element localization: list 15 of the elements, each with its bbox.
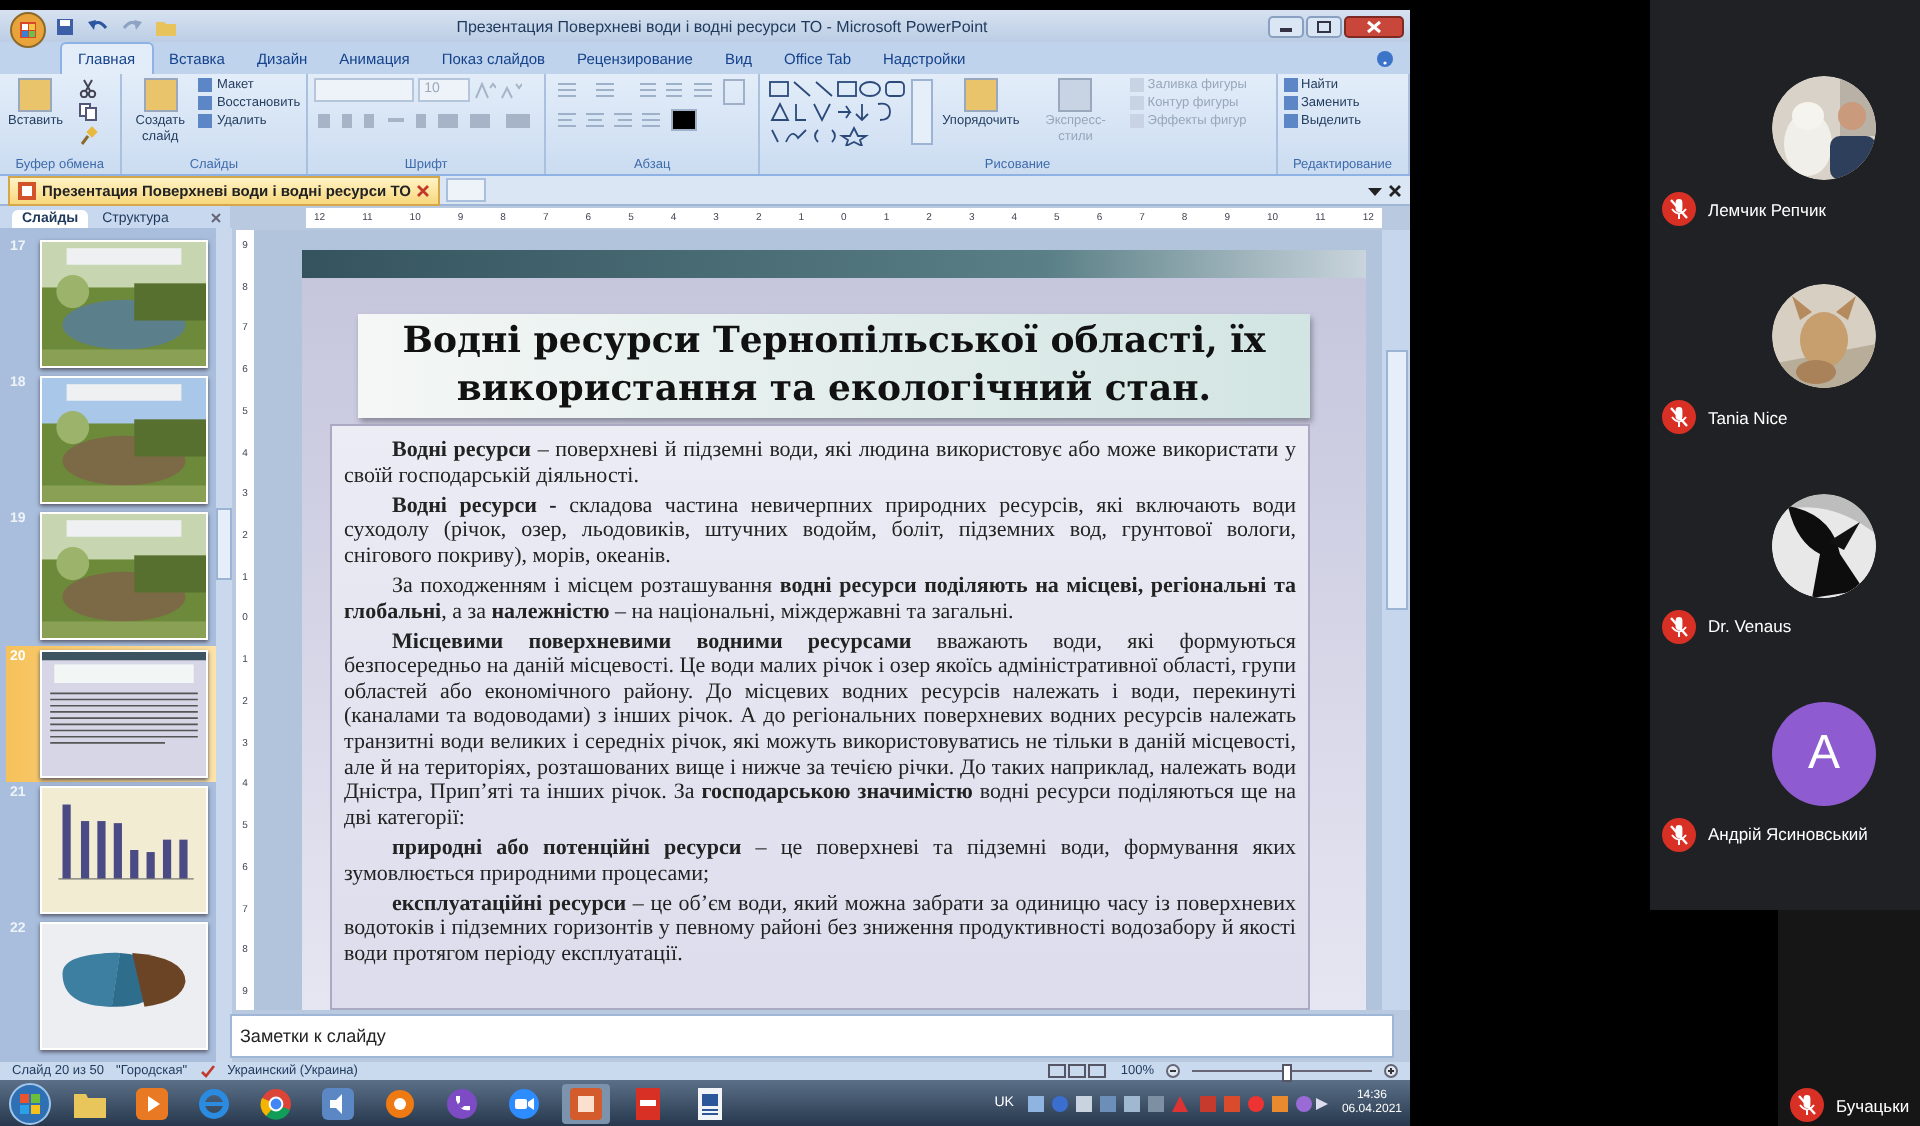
slide-paragraph: Місцевими поверхневими водними ресурсами вважають води, які формуються безпосередньо на даній місцевості. Це води малих річок і озер якоїсь адміністративної області, групи областей або економічного району. До місцевих водних ресурсів належать і води, перекинуті (каналами та водоводами) з інших річок. А до регіональних поверхневих водних ресурсів належать транзитні води великих і середніх річок, які можуть використовуватись не тільки в даній місцевості, але й на територіях, розташованих вище і нижче за течією річки. До таких наприклад, належать води Дністра, Прип’яті та інших річок. За господарською значимістю водні ресурси поділяються ще на дві категорії: (344, 629, 1296, 831)
slide-paragraph: Водні ресурси – поверхневі й підземні води, які людина використовує або може використати у своїй господарській діяльності. (344, 438, 1296, 489)
participant-name: Андрій Ясиновський (1708, 824, 1868, 845)
participant-name: Бучацьки (1836, 1095, 1910, 1115)
participant-name: Tania Nice (1708, 407, 1788, 428)
participant-name: Dr. Venaus (1708, 616, 1792, 636)
slide-paragraph: природні або потенційні ресурси – це поверхневі та підземні води, формування яких зумовлюється природними процесами; (344, 835, 1296, 887)
slide-paragraph: експлуатаційні ресурси – це об’єм води, який можна забрати за одиницю часу із поверхневих водотоків і підземних горизонтів у певному районі без зниження продуктивності водозабору й якості води протягом періоду експлуатації. (344, 891, 1296, 967)
participant-name: Лемчик Репчик (1708, 199, 1826, 219)
slide-title: Водні ресурси Тернопільської області, їх використання та екологічний стан. (358, 314, 1310, 418)
slide-paragraph: Водні ресурси - складова частина невичерпних природних ресурсів, які включають води суходолу (річок, озер, льодовиків, штучних водойм, боліт, підземних вод, грунтової вологи, снігового покриву), морів, океанів. (344, 493, 1296, 569)
notes-field[interactable]: Заметки к слайду (230, 1014, 1394, 1058)
avatar: A (1772, 701, 1876, 806)
window-title: Презентация Поверхневі води і водні ресурси ТО - Microsoft PowerPoint (454, 17, 990, 35)
slide-paragraph: За походженням і місцем розташування водні ресурси поділяють на місцеві, регіональні та глобальні, а за належністю – на національні, міждержавні та загальні. (344, 573, 1296, 625)
